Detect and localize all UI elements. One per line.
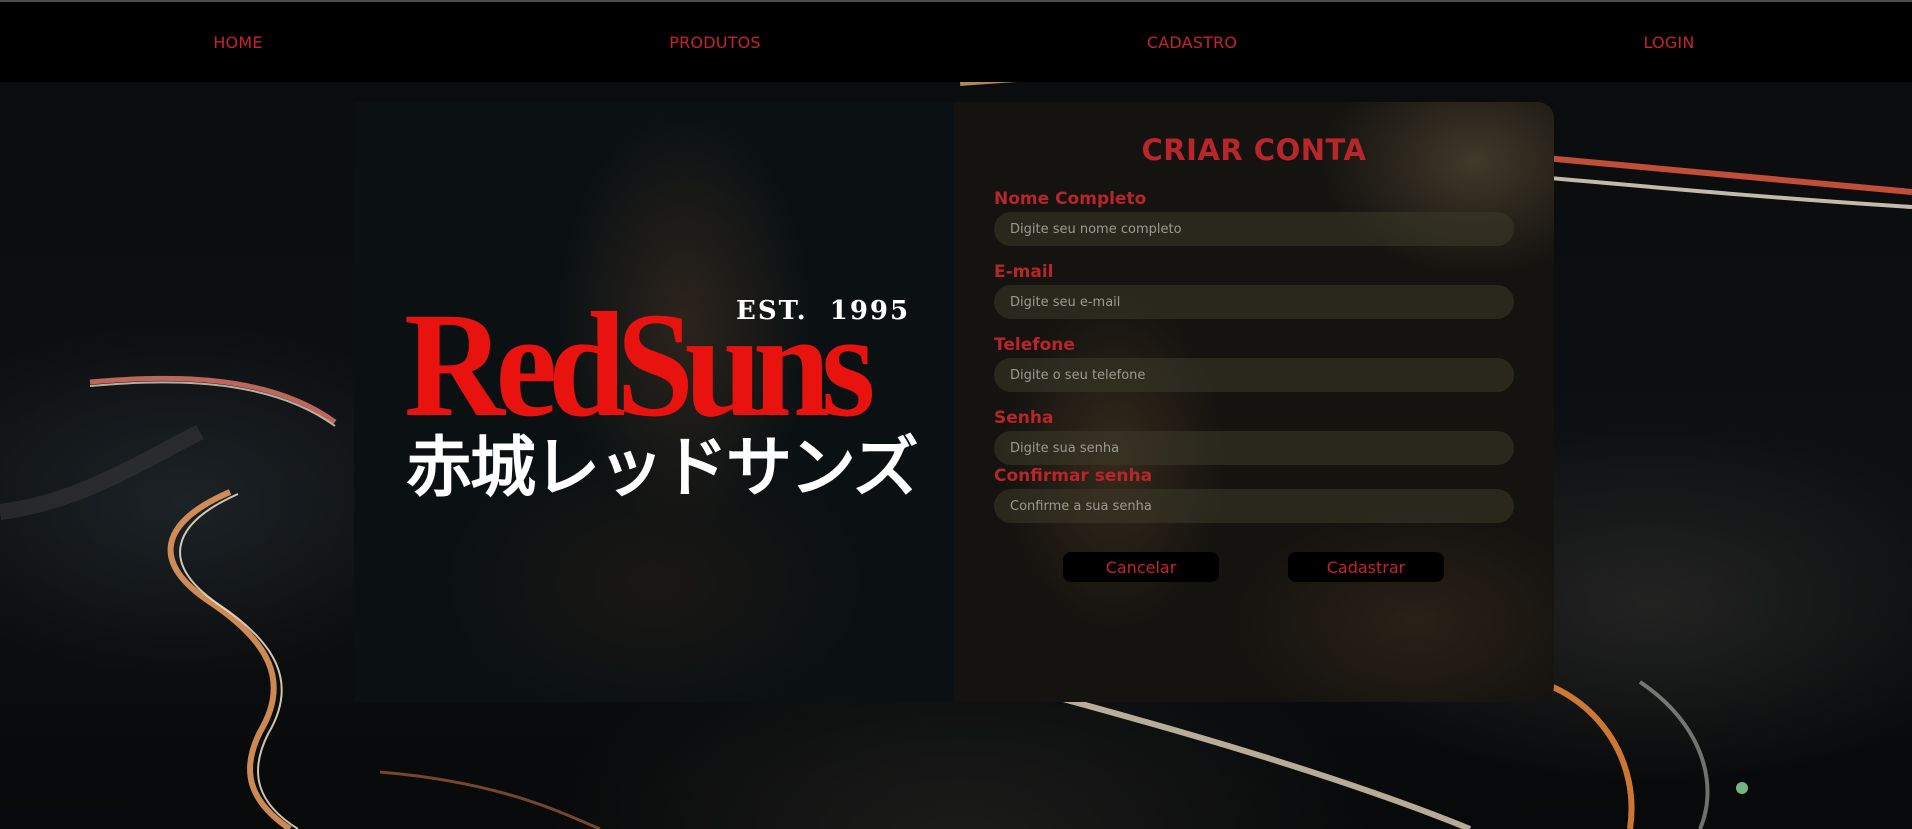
email-label: E-mail: [994, 262, 1054, 282]
phone-label: Telefone: [994, 335, 1075, 355]
confirm-password-label: Confirmar senha: [994, 466, 1153, 486]
password-input[interactable]: [994, 431, 1514, 465]
signup-form-panel: CRIAR CONTA Nome Completo E-mail Telefon…: [954, 102, 1554, 702]
top-navigation: HOME PRODUTOS CADASTRO LOGIN: [0, 2, 1912, 82]
full-name-input[interactable]: [994, 212, 1514, 246]
nav-home-link[interactable]: HOME: [138, 33, 338, 52]
phone-input[interactable]: [994, 358, 1514, 392]
confirm-password-input[interactable]: [994, 489, 1514, 523]
logo-established-text: EST. 1995: [736, 296, 911, 326]
cancel-button[interactable]: Cancelar: [1063, 552, 1219, 582]
submit-button[interactable]: Cadastrar: [1288, 552, 1444, 582]
full-name-label: Nome Completo: [994, 189, 1147, 209]
redsuns-logo: RedSuns EST. 1995 赤城レッドサンズ: [404, 290, 919, 510]
logo-japanese-text: 赤城レッドサンズ: [406, 429, 919, 506]
email-input[interactable]: [994, 285, 1514, 319]
form-title: CRIAR CONTA: [1141, 133, 1367, 167]
password-label: Senha: [994, 408, 1054, 428]
signup-card: RedSuns EST. 1995 赤城レッドサンズ CRIAR CONTA N…: [354, 102, 1554, 702]
logo-panel: RedSuns EST. 1995 赤城レッドサンズ: [354, 102, 954, 702]
nav-produtos-link[interactable]: PRODUTOS: [615, 33, 815, 52]
nav-login-link[interactable]: LOGIN: [1569, 33, 1769, 52]
nav-cadastro-link[interactable]: CADASTRO: [1092, 33, 1292, 52]
